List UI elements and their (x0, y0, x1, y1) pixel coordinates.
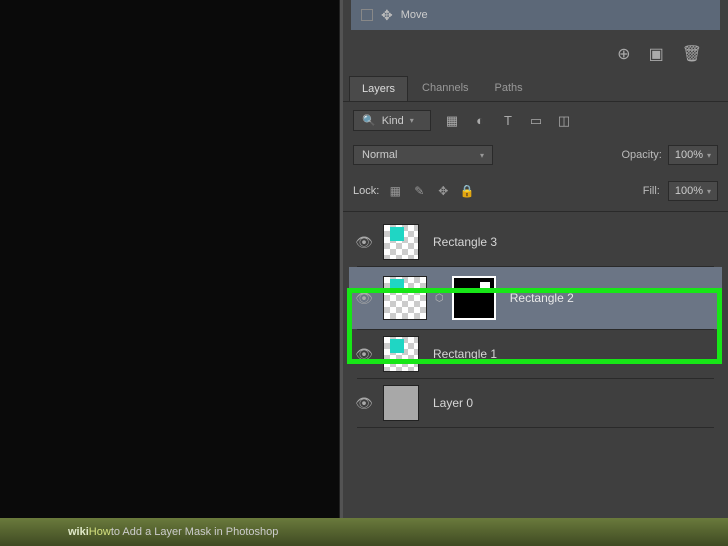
lock-position-icon[interactable]: ✥ (435, 184, 451, 198)
layer-name: Layer 0 (433, 396, 473, 410)
filter-smart-icon[interactable]: ◫ (555, 112, 573, 130)
fill-value: 100% (675, 185, 703, 197)
layer-thumbnail[interactable] (383, 385, 419, 421)
filter-type-icon[interactable]: T (499, 112, 517, 130)
canvas-area[interactable] (0, 0, 340, 520)
panel-action-icons: ⊕ ▣ 🗑 (343, 30, 728, 76)
caption-text: to Add a Layer Mask in Photoshop (111, 526, 279, 538)
add-panel-icon[interactable]: ⊕ (617, 44, 630, 64)
dropdown-caret-icon: ▾ (707, 151, 711, 160)
lock-all-icon[interactable]: 🔒 (459, 184, 475, 198)
tab-layers[interactable]: Layers (349, 76, 408, 101)
opacity-field[interactable]: 100% ▾ (668, 145, 718, 165)
dropdown-caret-icon: ▾ (707, 187, 711, 196)
fill-label: Fill: (643, 185, 660, 197)
visibility-eye-icon[interactable]: 👁 (353, 290, 375, 307)
fill-field[interactable]: 100% ▾ (668, 181, 718, 201)
layer-row-rectangle-3[interactable]: 👁 Rectangle 3 (349, 218, 722, 266)
layer-row-layer-0[interactable]: 👁 Layer 0 (349, 379, 722, 427)
blend-mode-value: Normal (362, 149, 397, 161)
layer-thumbnail[interactable] (383, 276, 427, 320)
lock-label: Lock: (353, 185, 379, 197)
move-tool-checkbox[interactable] (361, 9, 373, 21)
layer-row-rectangle-2[interactable]: 👁 ⬡ Rectangle 2 (349, 267, 722, 329)
blend-mode-row: Normal ▾ Opacity: 100% ▾ (343, 137, 728, 173)
panel-tabs: Layers Channels Paths (343, 76, 728, 102)
dropdown-caret-icon: ▾ (480, 151, 484, 160)
filter-shape-icon[interactable]: ▭ (527, 112, 545, 130)
dropdown-caret-icon: ▾ (410, 116, 414, 125)
filter-kind-label: Kind (382, 115, 404, 127)
filter-adjustment-icon[interactable]: ◐ (471, 112, 489, 130)
filter-kind-dropdown[interactable]: 🔍 Kind ▾ (353, 110, 431, 131)
mask-link-icon[interactable]: ⬡ (435, 293, 444, 304)
move-cursor-icon: ✥ (381, 7, 393, 24)
opacity-value: 100% (675, 149, 703, 161)
lock-brush-icon[interactable]: ✎ (411, 184, 427, 198)
layer-filter-row: 🔍 Kind ▾ ▦ ◐ T ▭ ◫ (343, 102, 728, 137)
caption-bar: wikiHow to Add a Layer Mask in Photoshop (0, 518, 728, 546)
layer-name: Rectangle 3 (433, 235, 497, 249)
lock-row: Lock: ▦ ✎ ✥ 🔒 Fill: 100% ▾ (343, 173, 728, 212)
caption-wiki: wiki (68, 526, 89, 538)
visibility-eye-icon[interactable]: 👁 (353, 346, 375, 363)
layers-panel-container: ✥ Move ⊕ ▣ 🗑 Layers Channels Paths 🔍 Kin… (343, 0, 728, 520)
trash-icon[interactable]: 🗑 (682, 44, 702, 64)
opacity-label: Opacity: (621, 149, 661, 161)
layers-list: 👁 Rectangle 3 👁 ⬡ Rectangle 2 👁 Rectangl… (343, 212, 728, 434)
blend-mode-dropdown[interactable]: Normal ▾ (353, 145, 493, 165)
layer-separator (357, 427, 714, 428)
filter-pixel-icon[interactable]: ▦ (443, 112, 461, 130)
layer-mask-thumbnail[interactable] (452, 276, 496, 320)
visibility-eye-icon[interactable]: 👁 (353, 395, 375, 412)
move-tool-bar: ✥ Move (351, 0, 720, 30)
layer-name: Rectangle 1 (433, 347, 497, 361)
layer-row-rectangle-1[interactable]: 👁 Rectangle 1 (349, 330, 722, 378)
camera-icon[interactable]: ▣ (649, 44, 664, 64)
visibility-eye-icon[interactable]: 👁 (353, 234, 375, 251)
layer-thumbnail[interactable] (383, 224, 419, 260)
caption-how: How (89, 526, 111, 538)
lock-transparency-icon[interactable]: ▦ (387, 184, 403, 198)
layer-thumbnail[interactable] (383, 336, 419, 372)
layer-name: Rectangle 2 (510, 291, 574, 305)
tab-paths[interactable]: Paths (483, 76, 535, 101)
search-icon: 🔍 (362, 114, 376, 127)
move-tool-label: Move (401, 9, 428, 21)
tab-channels[interactable]: Channels (410, 76, 480, 101)
